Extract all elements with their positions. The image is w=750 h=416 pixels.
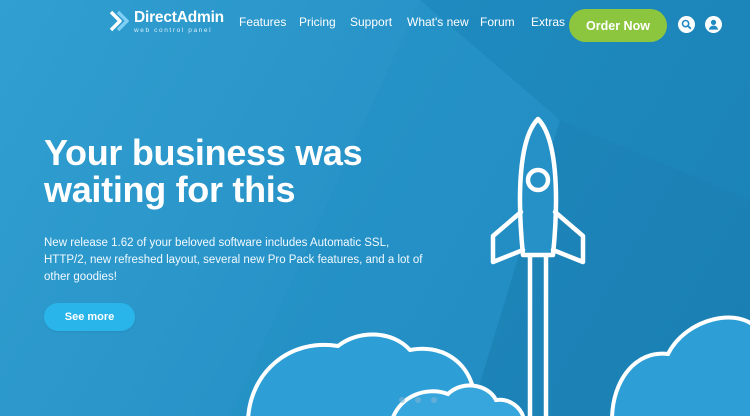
user-icon [705, 16, 722, 33]
site-header: DirectAdmin web control panel Features P… [0, 0, 750, 52]
search-button[interactable] [678, 16, 695, 33]
account-button[interactable] [705, 16, 722, 33]
brand-wordmark: DirectAdmin web control panel [134, 10, 224, 34]
brand-logo[interactable]: DirectAdmin web control panel [109, 10, 224, 34]
rocket-window [525, 167, 551, 193]
brand-tagline: web control panel [134, 26, 213, 34]
hero-description: New release 1.62 of your beloved softwar… [44, 237, 423, 283]
hero-title: Your business was waiting for this [44, 132, 363, 210]
order-now-button[interactable]: Order Now [569, 9, 667, 42]
cloud-left [246, 332, 484, 416]
nav-item-extras[interactable]: Extras [531, 15, 565, 29]
nav-item-features[interactable]: Features [239, 15, 286, 29]
nav-item-forum[interactable]: Forum [480, 15, 515, 29]
nav-item-whats-new[interactable]: What's new [407, 15, 469, 29]
brand-name: DirectAdmin [134, 9, 224, 26]
search-icon [678, 16, 695, 33]
rocket-left-fin [490, 209, 526, 265]
nav-item-support[interactable]: Support [350, 15, 392, 29]
nav-item-pricing[interactable]: Pricing [299, 15, 336, 29]
directadmin-logo-icon [109, 10, 129, 32]
cloud-right [610, 315, 750, 416]
rocket-right-fin [550, 209, 586, 265]
carousel-dot[interactable] [431, 397, 437, 403]
rocket-trail [527, 253, 549, 416]
carousel-dot[interactable] [399, 397, 405, 403]
carousel-dot[interactable] [415, 397, 421, 403]
carousel-dots [399, 397, 437, 403]
rocket-body [517, 116, 559, 258]
see-more-button[interactable]: See more [44, 303, 135, 331]
